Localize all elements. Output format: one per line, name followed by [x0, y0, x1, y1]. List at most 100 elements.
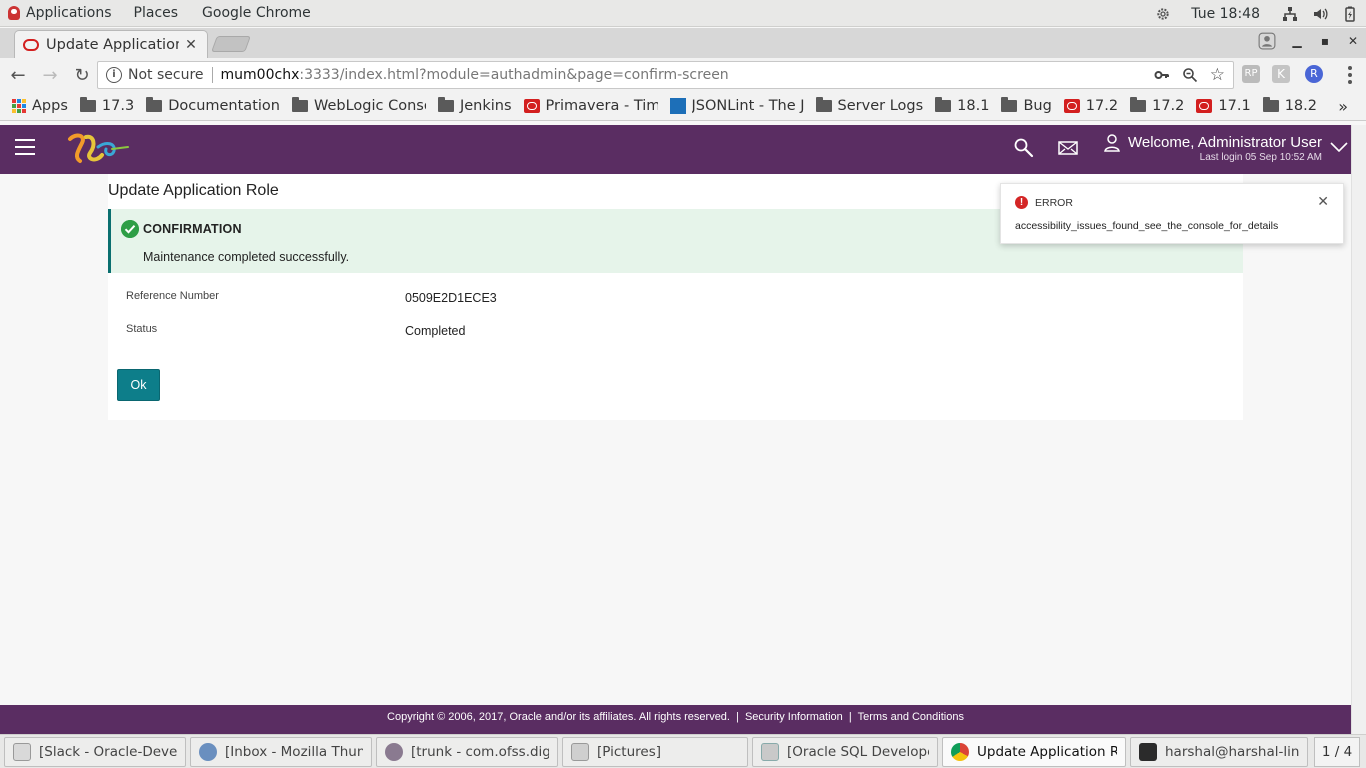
bookmark-label: 17.3: [101, 98, 135, 114]
places-menu[interactable]: Places: [124, 0, 191, 27]
tab-close-icon[interactable]: ✕: [183, 37, 199, 53]
folder-icon: [1001, 97, 1018, 112]
reload-icon[interactable]: ↻: [68, 61, 96, 89]
mail-icon[interactable]: [1058, 140, 1078, 156]
task-label: [Oracle SQL Developer...: [787, 744, 929, 760]
oracle-icon: [1196, 99, 1213, 113]
task-chrome[interactable]: Update Application Rol...: [942, 737, 1126, 767]
bookmark-star-icon[interactable]: ☆: [1210, 65, 1225, 85]
chrome-app-menu-label: Google Chrome: [202, 5, 311, 21]
bookmark-label: 17.2: [1085, 98, 1119, 114]
url-host: mum00chx: [220, 67, 300, 83]
reference-number-value: 0509E2D1ECE3: [405, 291, 497, 305]
bookmark-label: Server Logs: [837, 98, 924, 114]
zoom-icon[interactable]: [1182, 67, 1198, 83]
volume-icon[interactable]: [1312, 6, 1328, 22]
task-pictures[interactable]: [Pictures]: [562, 737, 748, 767]
extension-r-icon[interactable]: R: [1305, 65, 1323, 83]
clock[interactable]: Tue 18:48: [1191, 6, 1260, 22]
bookmark-item[interactable]: Documentation: [146, 97, 280, 114]
address-bar[interactable]: i Not secure mum00chx:3333/index.html?mo…: [97, 61, 1234, 89]
new-tab-button[interactable]: [211, 36, 251, 52]
bookmark-label: Documentation: [168, 98, 280, 114]
workspace-indicator[interactable]: 1 / 4: [1314, 737, 1360, 767]
security-information-link[interactable]: Security Information: [745, 711, 843, 723]
bookmark-label: 18.1: [957, 98, 990, 114]
page-scrollbar[interactable]: [1351, 125, 1366, 734]
task-thunderbird[interactable]: [Inbox - Mozilla Thund...: [190, 737, 372, 767]
bookmark-item[interactable]: 17.1: [1196, 98, 1251, 114]
bookmark-item[interactable]: 18.1: [935, 97, 990, 114]
url-path: :3333/index.html?module=authadmin&page=c…: [299, 67, 729, 83]
extension-k-icon[interactable]: K: [1272, 65, 1290, 83]
bookmark-apps[interactable]: Apps: [12, 98, 68, 114]
folder-icon: [1262, 97, 1279, 112]
user-icon: [1104, 134, 1120, 152]
network-icon[interactable]: [1282, 6, 1298, 22]
tab-title: Update Application Role: [46, 36, 179, 53]
bookmark-item[interactable]: 18.2: [1262, 97, 1317, 114]
folder-icon: [1130, 97, 1147, 112]
folder-icon: [935, 97, 952, 112]
extension-rp-icon[interactable]: RP: [1242, 65, 1260, 83]
bookmark-item[interactable]: Server Logs: [815, 97, 924, 114]
sqldeveloper-icon: [761, 743, 779, 761]
bookmark-item[interactable]: WebLogic Conso: [291, 97, 426, 114]
user-menu[interactable]: Welcome, Administrator User Last login 0…: [1104, 134, 1348, 164]
profile-icon[interactable]: [1258, 32, 1276, 50]
bookmark-item[interactable]: Jenkins: [437, 97, 512, 114]
task-label: [Inbox - Mozilla Thund...: [225, 744, 363, 760]
task-label: [trunk - com.ofss.digx....: [411, 744, 549, 760]
bookmark-item[interactable]: JSONLint - The J: [669, 98, 804, 114]
app-header: Welcome, Administrator User Last login 0…: [0, 125, 1351, 174]
page-title: Update Application Role: [108, 182, 279, 199]
folder-icon: [815, 97, 832, 112]
task-slack[interactable]: [Slack - Oracle-Develo...: [4, 737, 186, 767]
key-icon[interactable]: [1154, 67, 1170, 83]
chrome-icon: [951, 743, 969, 761]
forward-icon[interactable]: →: [36, 61, 64, 89]
bookmark-label: 17.1: [1218, 98, 1251, 114]
tab-update-application-role[interactable]: Update Application Role ✕: [14, 30, 208, 58]
bookmark-label: Apps: [32, 98, 68, 114]
security-status[interactable]: Not secure: [128, 67, 204, 83]
terms-and-conditions-link[interactable]: Terms and Conditions: [858, 711, 964, 723]
close-window-icon[interactable]: ✕: [1346, 34, 1360, 48]
maximize-icon[interactable]: ▪: [1318, 34, 1332, 48]
bookmark-item[interactable]: Primavera - Time: [523, 98, 658, 114]
hamburger-menu-icon[interactable]: [15, 139, 35, 155]
last-login-text: Last login 05 Sep 10:52 AM: [1199, 152, 1322, 163]
toast-message: accessibility_issues_found_see_the_conso…: [1015, 220, 1279, 232]
bookmark-item[interactable]: 17.2: [1130, 97, 1184, 114]
chrome-menu-icon[interactable]: [1348, 66, 1352, 84]
bookmark-item[interactable]: 17.3: [79, 97, 135, 114]
chrome-app-menu[interactable]: Google Chrome: [190, 0, 323, 27]
app-viewport: Welcome, Administrator User Last login 0…: [0, 125, 1351, 734]
applications-menu-label: Applications: [26, 5, 112, 21]
eclipse-icon: [385, 743, 403, 761]
tab-strip: Update Application Role ✕ ▁ ▪ ✕: [0, 28, 1366, 58]
minimize-icon[interactable]: ▁: [1290, 34, 1304, 48]
battery-icon[interactable]: [1342, 6, 1358, 22]
chevron-down-icon: [1330, 142, 1348, 152]
app-footer: Copyright © 2006, 2017, Oracle and/or it…: [0, 705, 1351, 734]
bookmark-item[interactable]: Bug: [1001, 97, 1052, 114]
info-icon[interactable]: i: [106, 67, 122, 83]
bookmark-label: Bug: [1023, 98, 1052, 114]
applications-menu[interactable]: Applications: [0, 0, 124, 27]
settings-gear-icon[interactable]: [1155, 6, 1171, 22]
bookmark-item[interactable]: 17.2: [1063, 98, 1119, 114]
bookmarks-overflow-icon[interactable]: »: [1338, 97, 1348, 116]
ok-button[interactable]: Ok: [117, 369, 160, 401]
folder-icon: [146, 97, 163, 112]
task-eclipse[interactable]: [trunk - com.ofss.digx....: [376, 737, 558, 767]
task-terminal[interactable]: harshal@harshal-linux:~: [1130, 737, 1308, 767]
oracle-icon: [1063, 99, 1080, 113]
bookmark-label: 18.2: [1284, 98, 1317, 114]
task-sqldeveloper[interactable]: [Oracle SQL Developer...: [752, 737, 938, 767]
search-icon[interactable]: [1013, 137, 1035, 159]
back-icon[interactable]: ←: [4, 61, 32, 89]
browser-toolbar: ← → ↻ i Not secure mum00chx:3333/index.h…: [0, 58, 1366, 92]
close-icon[interactable]: ✕: [1317, 194, 1329, 210]
brand-logo[interactable]: [66, 131, 132, 165]
